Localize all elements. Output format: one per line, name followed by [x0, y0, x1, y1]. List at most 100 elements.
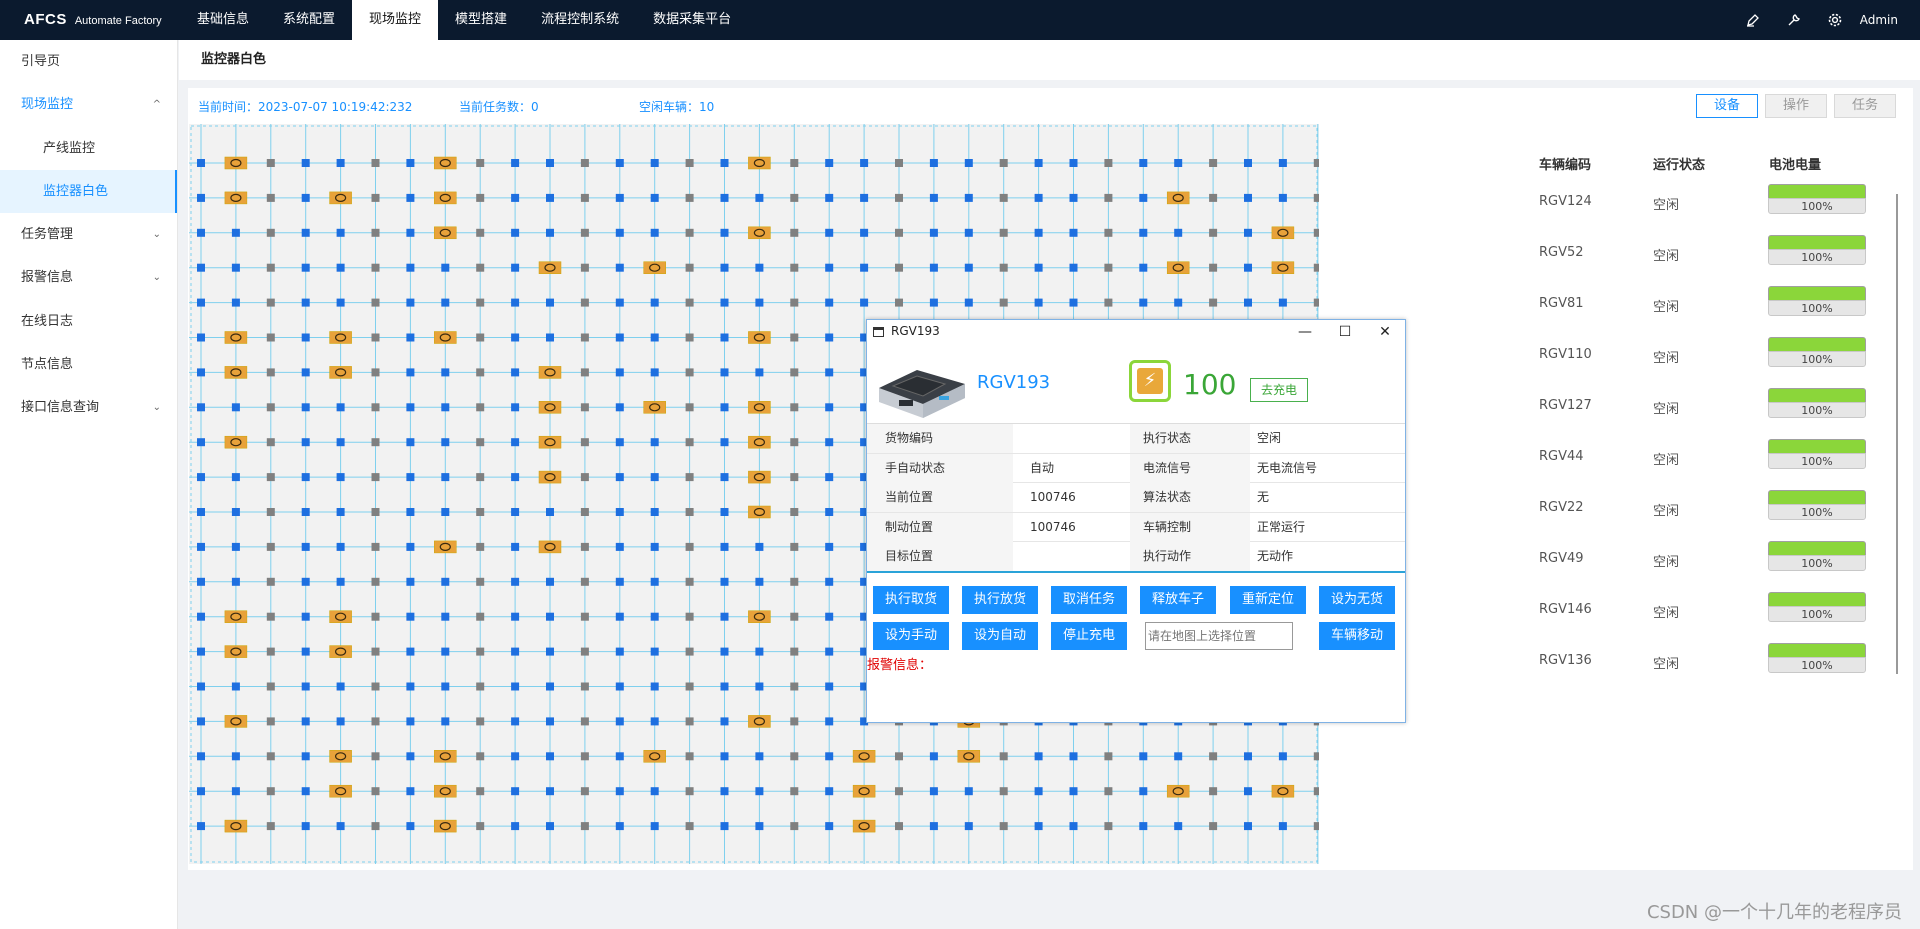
action-button[interactable]: 设为手动 [873, 622, 949, 650]
map-node [476, 822, 485, 831]
map-node [406, 298, 415, 307]
map-node [371, 787, 380, 796]
action-button[interactable]: 设为自动 [962, 622, 1038, 650]
sidebar-item-task-mgmt[interactable]: 任务管理 ⌄ [0, 213, 177, 256]
map-node [1244, 228, 1252, 237]
map-node [720, 263, 729, 272]
dialog-titlebar[interactable]: RGV193 — ☐ ✕ [867, 320, 1405, 344]
vehicle-status: 空闲 [1653, 606, 1680, 621]
map-node [895, 298, 903, 307]
topnav-item-active[interactable]: 现场监控 [352, 0, 439, 40]
vehicle-id[interactable]: RGV110 [1539, 347, 1592, 362]
vehicle-id[interactable]: RGV81 [1539, 296, 1584, 311]
map-node [1313, 228, 1322, 237]
cargo-marker [748, 505, 771, 519]
minimize-icon[interactable]: — [1295, 322, 1315, 342]
scrollbar[interactable] [1896, 194, 1898, 674]
vehicle-id[interactable]: RGV127 [1539, 398, 1592, 413]
gear-icon[interactable] [1827, 12, 1843, 28]
sidebar-item-line-monitor[interactable]: 产线监控 [0, 127, 177, 170]
tab-task[interactable]: 任务 [1834, 94, 1896, 118]
map-node [511, 193, 520, 202]
go-charge-button[interactable]: 去充电 [1250, 378, 1308, 402]
page-title: 监控器白色 [201, 52, 267, 67]
map-node [546, 647, 554, 656]
idle-vehicles: 空闲车辆：10 [639, 100, 715, 114]
battery-bar: 100% [1768, 286, 1866, 316]
vehicle-id[interactable]: RGV124 [1539, 194, 1592, 209]
vehicle-id[interactable]: RGV49 [1539, 551, 1584, 566]
map-node [266, 542, 275, 551]
map-node [371, 612, 380, 621]
topnav-item[interactable]: 基础信息 [180, 0, 266, 40]
map-node [1174, 228, 1183, 237]
topnav-item[interactable]: 模型搭建 [438, 0, 524, 40]
map-node [964, 787, 973, 796]
cargo-marker [224, 610, 248, 623]
vehicle-status: 空闲 [1653, 504, 1680, 519]
user-menu[interactable]: Admin [1860, 0, 1898, 40]
topnav-item[interactable]: 流程控制系统 [524, 0, 636, 40]
task-count: 当前任务数：0 [459, 100, 539, 114]
map-node [650, 159, 659, 167]
vehicle-id[interactable]: RGV52 [1539, 245, 1584, 260]
action-button[interactable]: 执行取货 [873, 586, 949, 614]
tab-operation[interactable]: 操作 [1765, 94, 1827, 118]
map-node [685, 228, 694, 237]
maximize-icon[interactable]: ☐ [1335, 322, 1355, 342]
action-button[interactable]: 设为无货 [1319, 586, 1395, 614]
map-node [1174, 822, 1183, 831]
close-icon[interactable]: ✕ [1375, 322, 1395, 342]
sidebar-item-monitor-white[interactable]: 监控器白色 [0, 169, 177, 214]
map-node [406, 263, 415, 272]
cargo-marker [434, 540, 457, 554]
dialog-title: RGV193 [891, 324, 940, 338]
map-node [580, 473, 589, 482]
map-node [720, 403, 729, 412]
map-node [685, 752, 694, 761]
vehicle-id[interactable]: RGV136 [1539, 653, 1592, 668]
action-button[interactable]: 释放车子 [1140, 586, 1216, 614]
col-header-battery: 电池电量 [1769, 158, 1822, 173]
map-node [895, 159, 903, 167]
wrench-icon[interactable] [1786, 12, 1802, 28]
topnav-item[interactable]: 系统配置 [266, 0, 352, 40]
map-node [301, 403, 310, 412]
map-node [371, 193, 380, 202]
sidebar-item-guide[interactable]: 引导页 [0, 40, 177, 83]
sidebar-item-alarms[interactable]: 报警信息 ⌄ [0, 256, 177, 299]
map-node [1069, 193, 1078, 202]
tab-device[interactable]: 设备 [1696, 94, 1758, 118]
map-node [266, 682, 275, 691]
map-node [406, 368, 415, 377]
action-button[interactable]: 取消任务 [1051, 586, 1127, 614]
sidebar-item-online-log[interactable]: 在线日志 [0, 300, 177, 343]
map-node [1139, 298, 1148, 307]
sidebar-item-site-monitor[interactable]: 现场监控 ^ [0, 83, 177, 126]
map-node [406, 752, 415, 761]
move-vehicle-button[interactable]: 车辆移动 [1319, 622, 1395, 650]
map-node [615, 542, 624, 551]
map-node [301, 717, 310, 726]
cargo-marker [329, 750, 352, 763]
sidebar-item-interface-query[interactable]: 接口信息查询 ⌄ [0, 386, 177, 429]
map-node [790, 822, 799, 831]
map-node [476, 473, 485, 482]
topnav-item[interactable]: 数据采集平台 [636, 0, 748, 40]
vehicle-id[interactable]: RGV146 [1539, 602, 1592, 617]
map-node [650, 193, 659, 202]
info-value: 自动 [1030, 460, 1055, 475]
action-button[interactable]: 执行放货 [962, 586, 1038, 614]
sidebar-item-node-info[interactable]: 节点信息 [0, 343, 177, 386]
vehicle-id[interactable]: RGV44 [1539, 449, 1584, 464]
map-node [371, 438, 380, 447]
action-button[interactable]: 停止充电 [1051, 622, 1127, 650]
vehicle-id[interactable]: RGV22 [1539, 500, 1584, 515]
position-input[interactable] [1145, 622, 1293, 650]
map-node [406, 159, 415, 167]
pen-icon[interactable] [1745, 12, 1761, 28]
vehicle-detail-dialog: RGV193 — ☐ ✕ RGV193 ⚡ 100 去充电 货物编码 执行状态 空闲… [866, 319, 1406, 723]
map-node [511, 822, 520, 831]
map-node [720, 787, 729, 796]
action-button[interactable]: 重新定位 [1230, 586, 1306, 614]
